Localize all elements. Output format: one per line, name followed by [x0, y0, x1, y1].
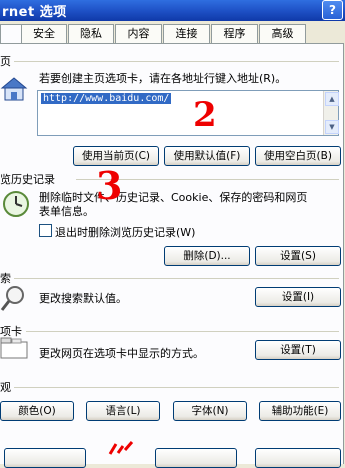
accessibility-button[interactable]: 辅助功能(E): [259, 401, 341, 421]
tab-advanced[interactable]: 高级: [259, 24, 306, 43]
cancel-button-edge[interactable]: [155, 448, 237, 468]
tab-general[interactable]: [0, 24, 22, 43]
appearance-group-divider: [14, 387, 339, 388]
help-button[interactable]: ?: [322, 0, 343, 20]
colors-button[interactable]: 颜色(O): [0, 401, 74, 421]
fonts-button[interactable]: 字体(N): [173, 401, 247, 421]
tabs-description: 更改网页在选项卡中显示的方式。: [39, 347, 204, 360]
scroll-down-icon[interactable]: ▼: [325, 120, 339, 134]
history-settings-button[interactable]: 设置(S): [255, 246, 341, 266]
home-page-address-box[interactable]: http://www.baidu.com/ ▲ ▼: [37, 90, 339, 136]
apply-button-edge[interactable]: [255, 448, 341, 468]
home-icon: [0, 76, 28, 105]
annotation-mark: [106, 440, 136, 460]
annotation-number-3: 3: [96, 163, 123, 208]
home-group-divider: [14, 61, 339, 62]
delete-on-exit-label: 退出时删除浏览历史记录(W): [55, 226, 196, 239]
use-default-button[interactable]: 使用默认值(F): [164, 146, 250, 166]
languages-button[interactable]: 语言(L): [86, 401, 160, 421]
delete-on-exit-checkbox[interactable]: [39, 224, 52, 237]
annotation-number-2: 2: [193, 95, 217, 135]
history-group-label: 览历史记录: [0, 173, 55, 186]
window-title: rnet 选项: [2, 5, 67, 20]
history-description-line2: 表单信息。: [39, 205, 94, 218]
tab-content[interactable]: 内容: [115, 24, 162, 43]
ok-button-edge[interactable]: [4, 448, 86, 468]
use-blank-button[interactable]: 使用空白页(B): [255, 146, 341, 166]
delete-history-button[interactable]: 删除(D)...: [164, 246, 250, 266]
appearance-group-label: 观: [0, 381, 11, 394]
history-clock-icon: [2, 190, 30, 221]
tab-programs[interactable]: 程序: [211, 24, 258, 43]
tabs-group-divider: [26, 331, 339, 332]
tab-connections[interactable]: 连接: [163, 24, 210, 43]
tab-privacy[interactable]: 隐私: [68, 24, 114, 43]
tabs-settings-button[interactable]: 设置(T): [255, 340, 341, 360]
tab-security[interactable]: 安全: [21, 24, 67, 43]
search-group-divider: [14, 278, 339, 279]
home-instruction: 若要创建主页选项卡，请在各地址行键入地址(R)。: [39, 72, 287, 85]
title-bar: rnet 选项 ?: [0, 0, 345, 21]
address-scrollbar[interactable]: ▲ ▼: [323, 91, 339, 135]
home-url-text: http://www.baidu.com/: [41, 93, 172, 104]
home-page-group-label: 页: [0, 55, 11, 68]
search-settings-button[interactable]: 设置(I): [255, 287, 341, 307]
magnifier-icon: [0, 284, 28, 315]
tabs-window-icon: [0, 336, 28, 363]
search-description: 更改搜索默认值。: [39, 292, 127, 305]
scroll-up-icon[interactable]: ▲: [325, 92, 339, 106]
